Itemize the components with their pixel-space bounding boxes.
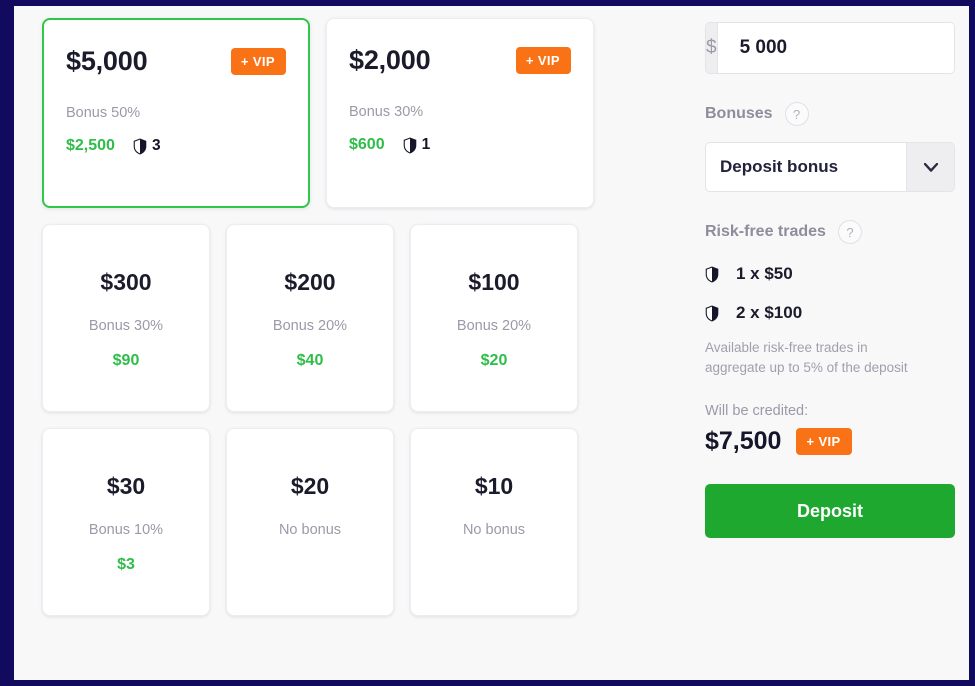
amount-card-100[interactable]: $100 Bonus 20% $20 [410, 224, 578, 412]
shield-icon [705, 266, 719, 283]
bonus-type-select[interactable]: Deposit bonus [705, 142, 955, 192]
bonus-type-selected-value: Deposit bonus [720, 157, 839, 176]
help-icon[interactable]: ? [784, 102, 809, 126]
amount-card-grid: $5,000 + VIP Bonus 50% $2,500 3 $2,000 +… [42, 18, 622, 632]
card-bonus-amount: $3 [117, 556, 135, 573]
amount-card-300[interactable]: $300 Bonus 30% $90 [42, 224, 210, 412]
will-be-credited-row: $7,500 + VIP [705, 427, 955, 456]
deposit-amount-field[interactable]: $ [705, 22, 955, 74]
amount-card-200[interactable]: $200 Bonus 20% $40 [226, 224, 394, 412]
card-bonus-label: Bonus 30% [349, 104, 424, 120]
risk-free-trade-text: 2 x $100 [736, 303, 803, 322]
amount-card-30[interactable]: $30 Bonus 10% $3 [42, 428, 210, 616]
card-bonus-row: $40 [227, 352, 393, 370]
deposit-button[interactable]: Deposit [705, 484, 955, 539]
card-bonus-row: $20 [411, 352, 577, 370]
list-item: 2 x $100 [705, 303, 955, 323]
card-bonus-label: Bonus 30% [88, 318, 164, 334]
card-amount: $300 [100, 269, 152, 295]
app-window-frame: $5,000 + VIP Bonus 50% $2,500 3 $2,000 +… [0, 0, 975, 686]
card-amount: $10 [474, 473, 514, 499]
card-bonus-label: Bonus 50% [66, 105, 141, 121]
amount-card-row-top: $5,000 + VIP Bonus 50% $2,500 3 $2,000 +… [42, 18, 622, 208]
card-bonus-row: $90 [43, 352, 209, 370]
card-amount: $200 [284, 269, 336, 295]
card-bonus-label: Bonus 20% [456, 318, 532, 334]
shield-icon [403, 137, 417, 154]
card-bonus-amount: $20 [480, 352, 508, 369]
risk-free-trade-text: 1 x $50 [736, 264, 793, 283]
card-amount: $20 [290, 473, 330, 499]
card-bonus-label: No bonus [278, 522, 342, 538]
amount-card-20[interactable]: $20 No bonus [226, 428, 394, 616]
card-header: $5,000 + VIP [66, 46, 286, 77]
chevron-down-icon[interactable] [906, 143, 954, 191]
card-amount: $5,000 [66, 46, 148, 76]
amount-card-10[interactable]: $10 No bonus [410, 428, 578, 616]
shield-count-value: 1 [421, 136, 431, 153]
bonuses-label-row: Bonuses ? [705, 102, 955, 126]
risk-free-label: Risk-free trades [705, 223, 826, 240]
vip-badge[interactable]: + VIP [230, 48, 286, 75]
card-bonus-row: $2,500 3 [66, 137, 286, 155]
card-bonus-amount: $90 [112, 352, 140, 369]
card-amount: $100 [468, 269, 520, 295]
card-bonus-row: $3 [43, 556, 209, 574]
risk-free-shield-count: 3 [133, 137, 161, 155]
amount-card-5000[interactable]: $5,000 + VIP Bonus 50% $2,500 3 [42, 18, 310, 208]
risk-free-label-row: Risk-free trades ? [705, 220, 955, 244]
card-bonus-amount: $40 [296, 352, 324, 369]
risk-free-trade-list: 1 x $50 2 x $100 Available risk-free tra… [705, 264, 955, 377]
shield-icon [705, 305, 719, 322]
card-bonus-label: No bonus [462, 522, 526, 538]
shield-count-value: 3 [151, 137, 161, 154]
currency-symbol: $ [706, 23, 718, 73]
risk-free-shield-count: 1 [403, 136, 431, 154]
risk-free-note: Available risk-free trades in aggregate … [705, 340, 908, 375]
help-icon[interactable]: ? [837, 220, 862, 244]
card-bonus-amount: $2,500 [66, 137, 115, 154]
card-bonus-label: Bonus 10% [88, 522, 164, 538]
amount-card-row-middle: $300 Bonus 30% $90 $200 Bonus 20% $40 $1… [42, 224, 622, 412]
bonuses-label: Bonuses [705, 105, 773, 122]
shield-icon [133, 138, 147, 155]
deposit-amount-input[interactable] [717, 23, 954, 73]
app-surface: $5,000 + VIP Bonus 50% $2,500 3 $2,000 +… [14, 6, 969, 680]
card-bonus-label: Bonus 20% [272, 318, 348, 334]
will-be-credited-amount: $7,500 [705, 427, 782, 456]
vip-badge[interactable]: + VIP [515, 47, 571, 74]
amount-card-row-bottom: $30 Bonus 10% $3 $20 No bonus $10 No bon… [42, 428, 622, 616]
card-bonus-row: $600 1 [349, 136, 571, 154]
card-amount: $2,000 [349, 45, 431, 75]
card-bonus-amount: $600 [349, 136, 385, 153]
will-be-credited-label: Will be credited: [705, 403, 809, 420]
deposit-panel: $ Bonuses ? Deposit bonus Risk-free trad… [705, 22, 955, 539]
amount-card-2000[interactable]: $2,000 + VIP Bonus 30% $600 1 [326, 18, 594, 208]
vip-badge[interactable]: + VIP [796, 428, 852, 456]
card-amount: $30 [106, 473, 146, 499]
card-header: $2,000 + VIP [349, 45, 571, 76]
list-item: 1 x $50 [705, 264, 955, 284]
